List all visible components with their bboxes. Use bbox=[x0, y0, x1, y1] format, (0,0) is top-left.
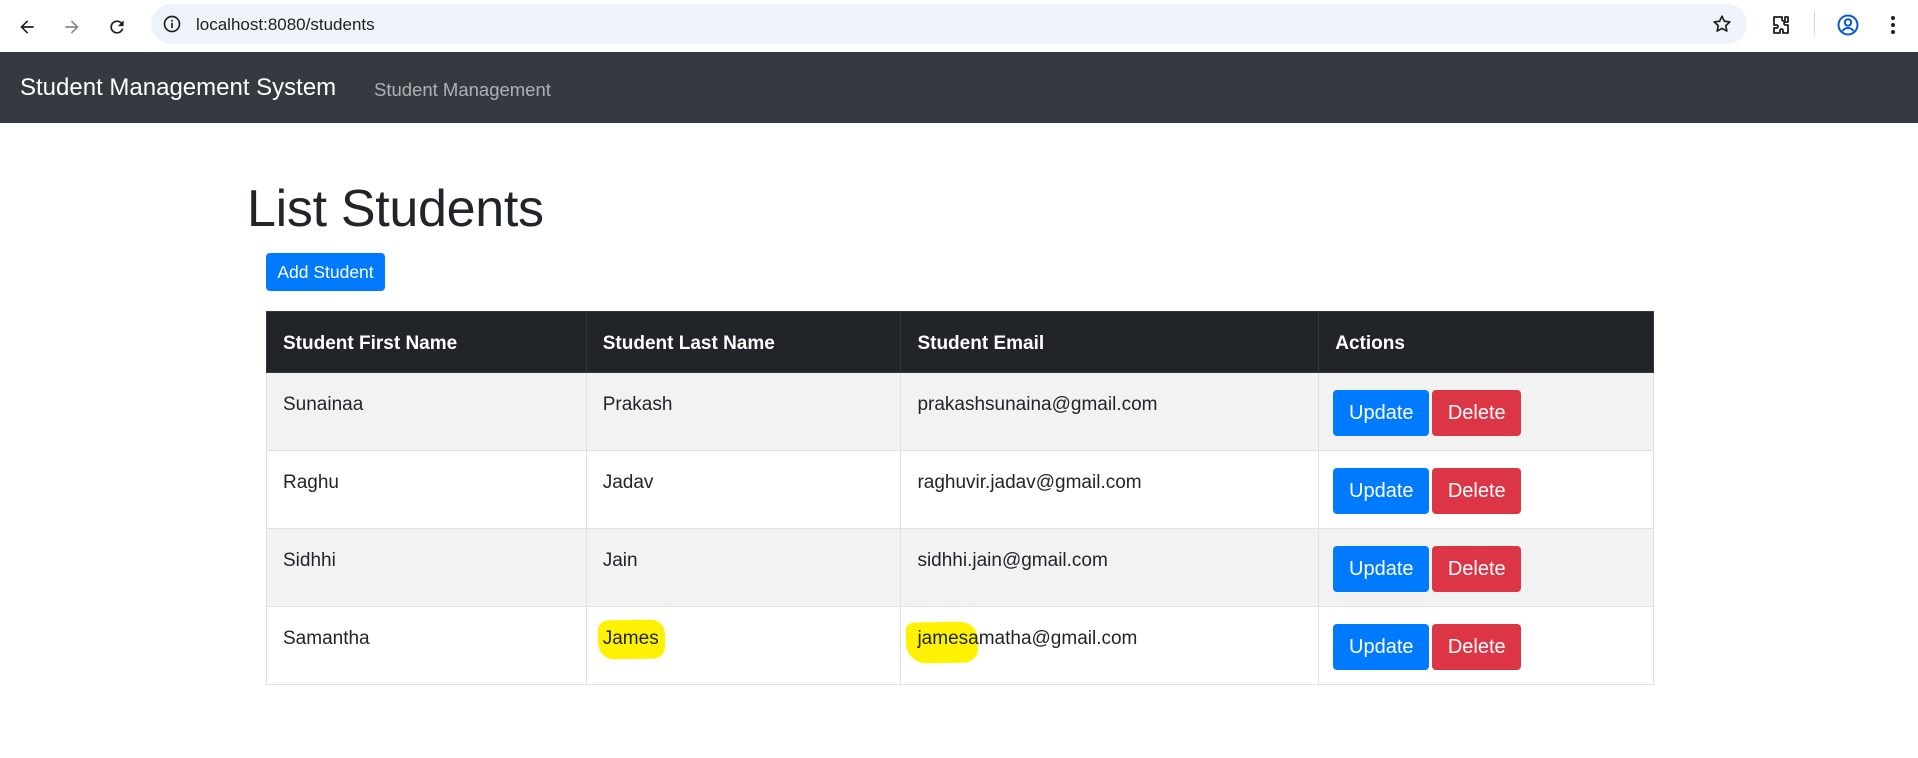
header-last-name: Student Last Name bbox=[585, 311, 902, 373]
page-title: List Students bbox=[247, 180, 544, 238]
nav-link-student-management[interactable]: Student Management bbox=[374, 79, 551, 101]
cell-actions: Update Delete bbox=[1318, 372, 1654, 451]
more-vert-icon bbox=[1891, 16, 1895, 34]
forward-arrow-icon bbox=[65, 20, 79, 34]
cell-email: jamesamatha@gmail.com bbox=[900, 606, 1320, 685]
update-button[interactable]: Update bbox=[1333, 546, 1430, 592]
app-navbar: Student Management System Student Manage… bbox=[0, 52, 1918, 123]
cell-actions: Update Delete bbox=[1318, 606, 1654, 685]
extensions-icon bbox=[1773, 16, 1789, 34]
cell-first-name: Raghu bbox=[266, 450, 587, 529]
update-button[interactable]: Update bbox=[1333, 468, 1430, 514]
highlighted-last-name: James bbox=[602, 628, 659, 649]
add-student-button[interactable]: Add Student bbox=[266, 253, 385, 291]
table-row: Sunainaa Prakash prakashsunaina@gmail.co… bbox=[266, 372, 1654, 451]
navbar-brand[interactable]: Student Management System bbox=[20, 74, 336, 102]
cell-actions: Update Delete bbox=[1318, 450, 1654, 529]
cell-first-name: Sunainaa bbox=[266, 372, 587, 451]
cell-last-name: Jain bbox=[585, 528, 902, 607]
cell-first-name: Sidhhi bbox=[266, 528, 587, 607]
reload-icon bbox=[110, 20, 124, 34]
cell-first-name: Samantha bbox=[266, 606, 587, 685]
cell-email: prakashsunaina@gmail.com bbox=[900, 372, 1320, 451]
profile-icon bbox=[1837, 14, 1859, 36]
header-actions: Actions bbox=[1318, 311, 1654, 373]
site-info-icon[interactable] bbox=[162, 14, 182, 34]
address-bar[interactable]: localhost:8080/students bbox=[151, 4, 1747, 44]
cell-last-name: Jadav bbox=[585, 450, 902, 529]
email-rest: matha@gmail.com bbox=[978, 628, 1138, 649]
extensions-button[interactable] bbox=[1766, 10, 1796, 40]
update-button[interactable]: Update bbox=[1333, 624, 1430, 670]
profile-button[interactable] bbox=[1833, 10, 1863, 40]
cell-email: raghuvir.jadav@gmail.com bbox=[900, 450, 1320, 529]
bookmark-star-icon[interactable] bbox=[1711, 13, 1733, 35]
delete-button[interactable]: Delete bbox=[1432, 390, 1522, 436]
highlighted-email-part: jamesa bbox=[917, 628, 979, 649]
table-row: Sidhhi Jain sidhhi.jain@gmail.com Update… bbox=[266, 528, 1654, 607]
highlight-mark: jamesa bbox=[917, 628, 978, 650]
delete-button[interactable]: Delete bbox=[1432, 546, 1522, 592]
highlight-mark: James bbox=[603, 628, 659, 650]
reload-button[interactable] bbox=[100, 10, 134, 44]
table-row: Samantha James jamesamatha@gmail.com Upd… bbox=[266, 606, 1654, 685]
delete-button[interactable]: Delete bbox=[1432, 468, 1522, 514]
delete-button[interactable]: Delete bbox=[1432, 624, 1522, 670]
table-row: Raghu Jadav raghuvir.jadav@gmail.com Upd… bbox=[266, 450, 1654, 529]
cell-last-name: James bbox=[585, 606, 902, 685]
forward-button[interactable] bbox=[55, 10, 89, 44]
header-email: Student Email bbox=[900, 311, 1320, 373]
back-arrow-icon bbox=[20, 20, 34, 34]
url-text[interactable]: localhost:8080/students bbox=[196, 15, 375, 35]
students-table: Student First Name Student Last Name Stu… bbox=[266, 311, 1654, 685]
menu-button[interactable] bbox=[1878, 10, 1908, 40]
cell-actions: Update Delete bbox=[1318, 528, 1654, 607]
cell-last-name: Prakash bbox=[585, 372, 902, 451]
update-button[interactable]: Update bbox=[1333, 390, 1430, 436]
header-first-name: Student First Name bbox=[266, 311, 587, 373]
back-button[interactable] bbox=[10, 10, 44, 44]
browser-toolbar: localhost:8080/students bbox=[0, 0, 1918, 52]
toolbar-separator bbox=[1814, 11, 1815, 35]
cell-email: sidhhi.jain@gmail.com bbox=[900, 528, 1320, 607]
table-header-row: Student First Name Student Last Name Stu… bbox=[266, 311, 1654, 373]
